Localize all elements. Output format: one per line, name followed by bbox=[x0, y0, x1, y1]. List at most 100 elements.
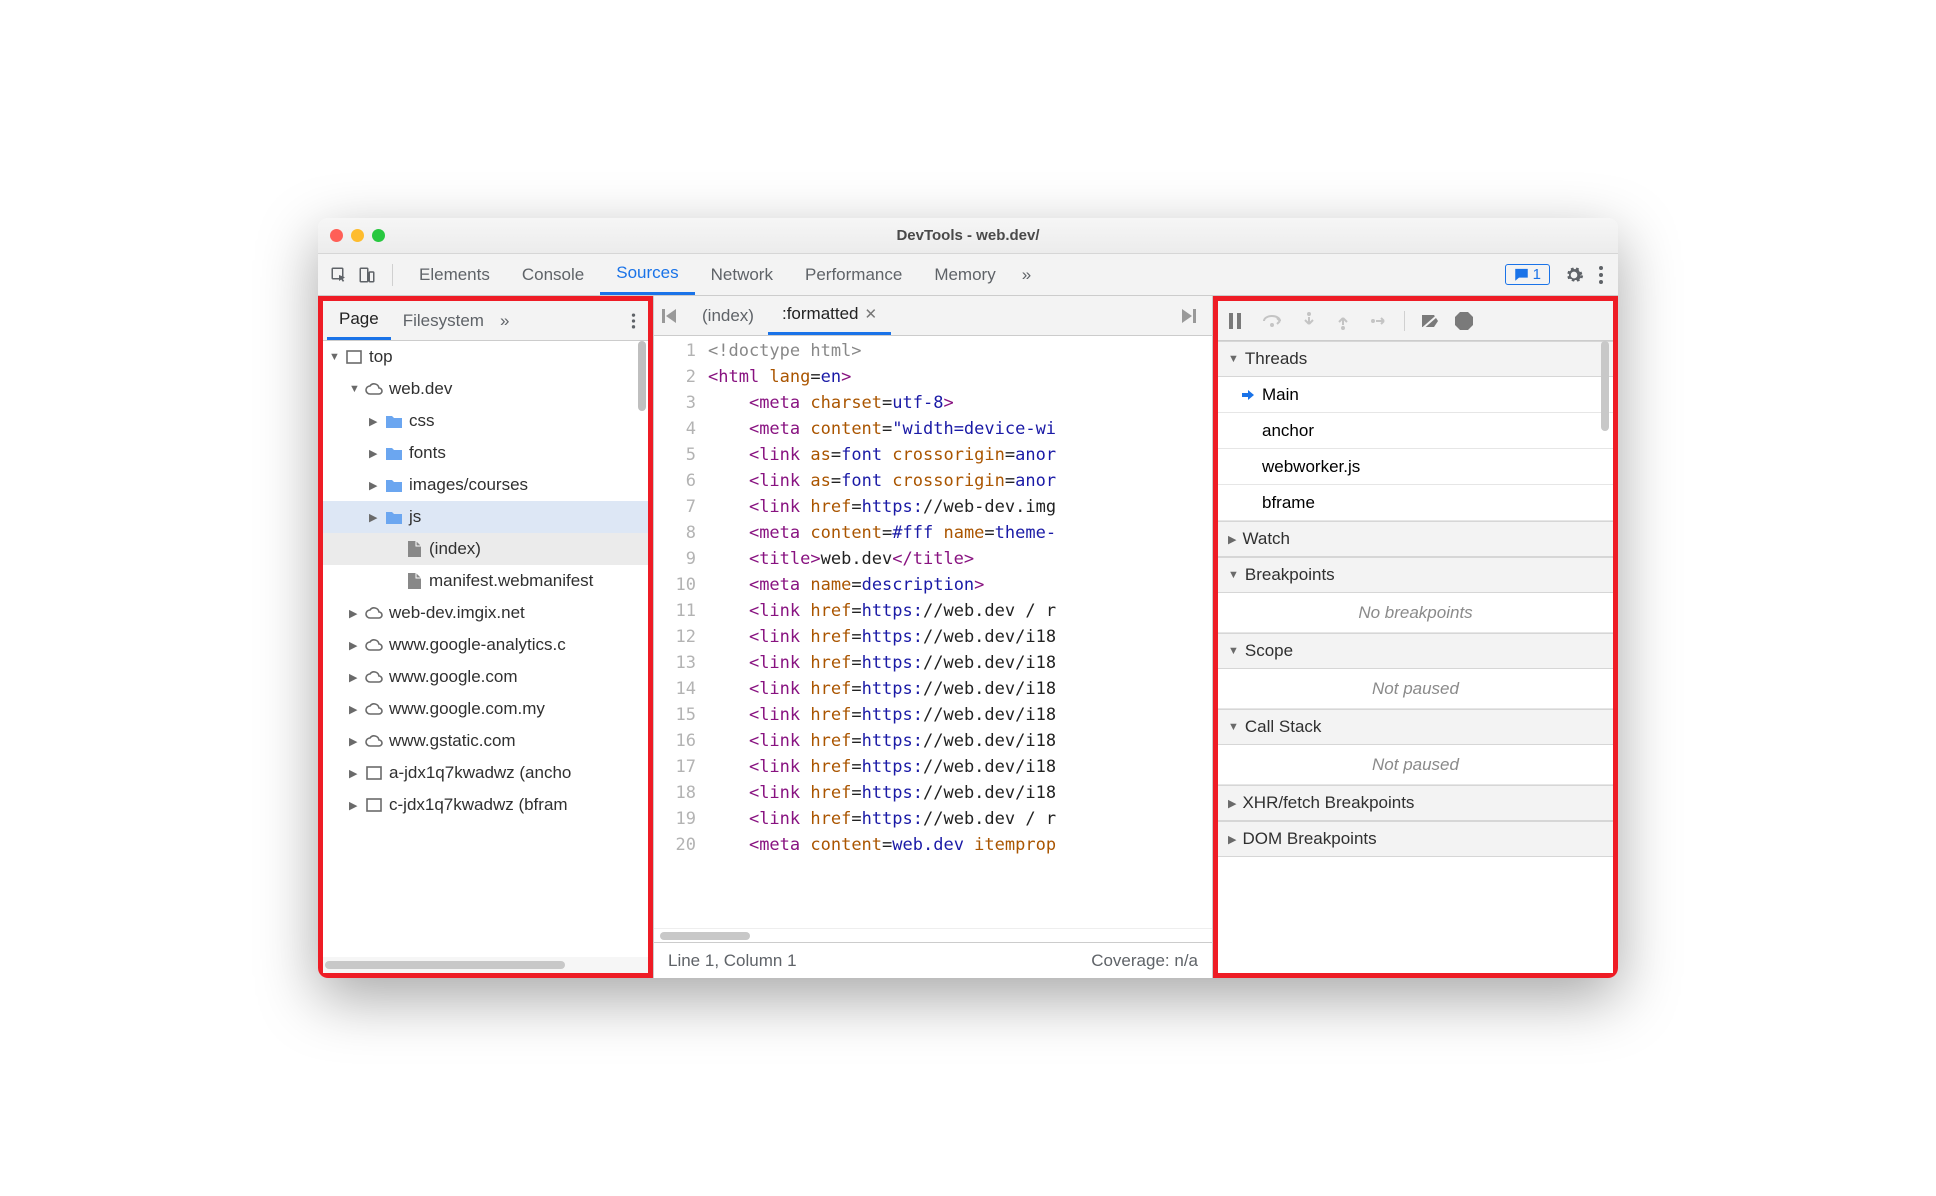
panel-tab-console[interactable]: Console bbox=[506, 254, 600, 295]
inspect-element-icon[interactable] bbox=[330, 266, 348, 284]
expand-arrow-icon[interactable]: ▶ bbox=[369, 479, 379, 492]
section-header[interactable]: ▶DOM Breakpoints bbox=[1218, 821, 1613, 857]
editor-history-forward-icon[interactable] bbox=[1182, 309, 1204, 323]
panel-body: PageFilesystem » ▼top▼web.dev▶css▶fonts▶… bbox=[318, 296, 1618, 978]
expand-arrow-icon[interactable]: ▶ bbox=[349, 767, 359, 780]
editor-history-back-icon[interactable] bbox=[662, 309, 684, 323]
section-header[interactable]: ▶Watch bbox=[1218, 521, 1613, 557]
section-header[interactable]: ▼Call Stack bbox=[1218, 709, 1613, 745]
navigator-more-chevron-icon[interactable]: » bbox=[500, 311, 509, 331]
settings-gear-icon[interactable] bbox=[1564, 265, 1584, 285]
tree-row[interactable]: ▶ js bbox=[323, 501, 648, 533]
kebab-menu-icon[interactable] bbox=[1598, 265, 1604, 285]
expand-arrow-icon[interactable]: ▶ bbox=[349, 671, 359, 684]
expand-arrow-icon[interactable]: ▶ bbox=[349, 703, 359, 716]
expand-arrow-icon: ▼ bbox=[1228, 569, 1239, 581]
tree-row[interactable]: ▶www.google.com.my bbox=[323, 693, 648, 725]
navigator-tree[interactable]: ▼top▼web.dev▶css▶fonts▶images/courses▶js… bbox=[323, 341, 648, 957]
navigator-tab-filesystem[interactable]: Filesystem bbox=[391, 301, 496, 340]
tree-row[interactable]: ▶ images/courses bbox=[323, 469, 648, 501]
tree-row[interactable]: ▶www.google.com bbox=[323, 661, 648, 693]
navigator-tab-page[interactable]: Page bbox=[327, 301, 391, 340]
panel-tab-network[interactable]: Network bbox=[695, 254, 789, 295]
tree-label: web.dev bbox=[389, 379, 452, 399]
navigator-kebab-icon[interactable] bbox=[623, 312, 644, 330]
expand-arrow-icon[interactable]: ▶ bbox=[349, 735, 359, 748]
folder-icon bbox=[385, 415, 403, 428]
tree-row[interactable]: ▶ css bbox=[323, 405, 648, 437]
tree-label: images/courses bbox=[409, 475, 528, 495]
messages-badge[interactable]: 1 bbox=[1505, 264, 1550, 285]
panel-tab-elements[interactable]: Elements bbox=[403, 254, 506, 295]
navigator-horizontal-scrollbar[interactable] bbox=[323, 957, 648, 973]
close-tab-icon[interactable]: ✕ bbox=[865, 305, 878, 323]
expand-arrow-icon[interactable]: ▼ bbox=[329, 351, 339, 363]
section-body: No breakpoints bbox=[1218, 593, 1613, 633]
code-content[interactable]: <!doctype html><html lang=en> <meta char… bbox=[704, 336, 1212, 928]
section-title: XHR/fetch Breakpoints bbox=[1242, 793, 1414, 813]
current-arrow-icon bbox=[1242, 389, 1254, 401]
more-tabs-chevron-icon[interactable]: » bbox=[1012, 265, 1041, 285]
section-title: Scope bbox=[1245, 641, 1293, 661]
step-out-icon[interactable] bbox=[1336, 312, 1350, 330]
file-icon bbox=[405, 573, 423, 589]
tree-row[interactable]: ▶www.gstatic.com bbox=[323, 725, 648, 757]
section-header[interactable]: ▼Breakpoints bbox=[1218, 557, 1613, 593]
device-toolbar-icon[interactable] bbox=[358, 266, 376, 284]
pause-on-exceptions-icon[interactable] bbox=[1455, 312, 1473, 330]
code-editor[interactable]: 1234567891011121314151617181920 <!doctyp… bbox=[654, 336, 1212, 928]
section-header[interactable]: ▼ Scope bbox=[1218, 633, 1613, 669]
expand-arrow-icon[interactable]: ▶ bbox=[349, 639, 359, 652]
tree-row[interactable]: (index) bbox=[323, 533, 648, 565]
editor-horizontal-scrollbar[interactable] bbox=[654, 928, 1212, 942]
step-icon[interactable] bbox=[1370, 314, 1388, 328]
tree-row[interactable]: ▶www.google-analytics.c bbox=[323, 629, 648, 661]
expand-arrow-icon[interactable]: ▶ bbox=[369, 511, 379, 524]
tree-row[interactable]: ▶c-jdx1q7kwadwz (bfram bbox=[323, 789, 648, 821]
thread-item[interactable]: Main bbox=[1218, 377, 1613, 413]
editor-tab[interactable]: :formatted ✕ bbox=[768, 296, 891, 335]
debugger-vertical-scrollbar[interactable] bbox=[1601, 341, 1611, 973]
expand-arrow-icon[interactable]: ▼ bbox=[349, 383, 359, 395]
expand-arrow-icon[interactable]: ▶ bbox=[349, 607, 359, 620]
folder-icon bbox=[385, 511, 403, 524]
thread-label: bframe bbox=[1262, 493, 1315, 513]
expand-arrow-icon[interactable]: ▶ bbox=[369, 415, 379, 428]
tree-row[interactable]: ▼top bbox=[323, 341, 648, 373]
tree-label: a-jdx1q7kwadwz (ancho bbox=[389, 763, 571, 783]
step-into-icon[interactable] bbox=[1302, 312, 1316, 330]
section-header[interactable]: ▶XHR/fetch Breakpoints bbox=[1218, 785, 1613, 821]
line-number-gutter: 1234567891011121314151617181920 bbox=[654, 336, 704, 928]
cloud-icon bbox=[365, 703, 383, 715]
pause-icon[interactable] bbox=[1228, 313, 1242, 329]
thread-item[interactable]: anchor bbox=[1218, 413, 1613, 449]
tree-label: css bbox=[409, 411, 435, 431]
window-titlebar: DevTools - web.dev/ bbox=[318, 218, 1618, 254]
step-over-icon[interactable] bbox=[1262, 313, 1282, 329]
tree-row[interactable]: ▶ a-jdx1q7kwadwz (ancho bbox=[323, 757, 648, 789]
tree-row[interactable]: ▼ web.dev bbox=[323, 373, 648, 405]
expand-arrow-icon[interactable]: ▶ bbox=[369, 447, 379, 460]
editor-tab-label: :formatted bbox=[782, 304, 859, 324]
window-title: DevTools - web.dev/ bbox=[318, 227, 1618, 244]
expand-arrow-icon: ▼ bbox=[1228, 645, 1239, 657]
thread-item[interactable]: webworker.js bbox=[1218, 449, 1613, 485]
tree-label: fonts bbox=[409, 443, 446, 463]
expand-arrow-icon[interactable]: ▶ bbox=[349, 799, 359, 812]
panel-tab-performance[interactable]: Performance bbox=[789, 254, 918, 295]
cloud-icon bbox=[365, 735, 383, 747]
tree-row[interactable]: manifest.webmanifest bbox=[323, 565, 648, 597]
panel-tab-sources[interactable]: Sources bbox=[600, 254, 694, 295]
tree-label: manifest.webmanifest bbox=[429, 571, 593, 591]
editor-tab[interactable]: (index) bbox=[688, 296, 768, 335]
thread-item[interactable]: bframe bbox=[1218, 485, 1613, 521]
deactivate-breakpoints-icon[interactable] bbox=[1421, 313, 1441, 329]
tree-row[interactable]: ▶ fonts bbox=[323, 437, 648, 469]
tree-label: js bbox=[409, 507, 421, 527]
navigator-vertical-scrollbar[interactable] bbox=[636, 341, 648, 957]
cloud-icon bbox=[365, 639, 383, 651]
tree-row[interactable]: ▶ web-dev.imgix.net bbox=[323, 597, 648, 629]
panel-tab-memory[interactable]: Memory bbox=[918, 254, 1011, 295]
tree-label: web-dev.imgix.net bbox=[389, 603, 525, 623]
section-header[interactable]: ▼Threads bbox=[1218, 341, 1613, 377]
